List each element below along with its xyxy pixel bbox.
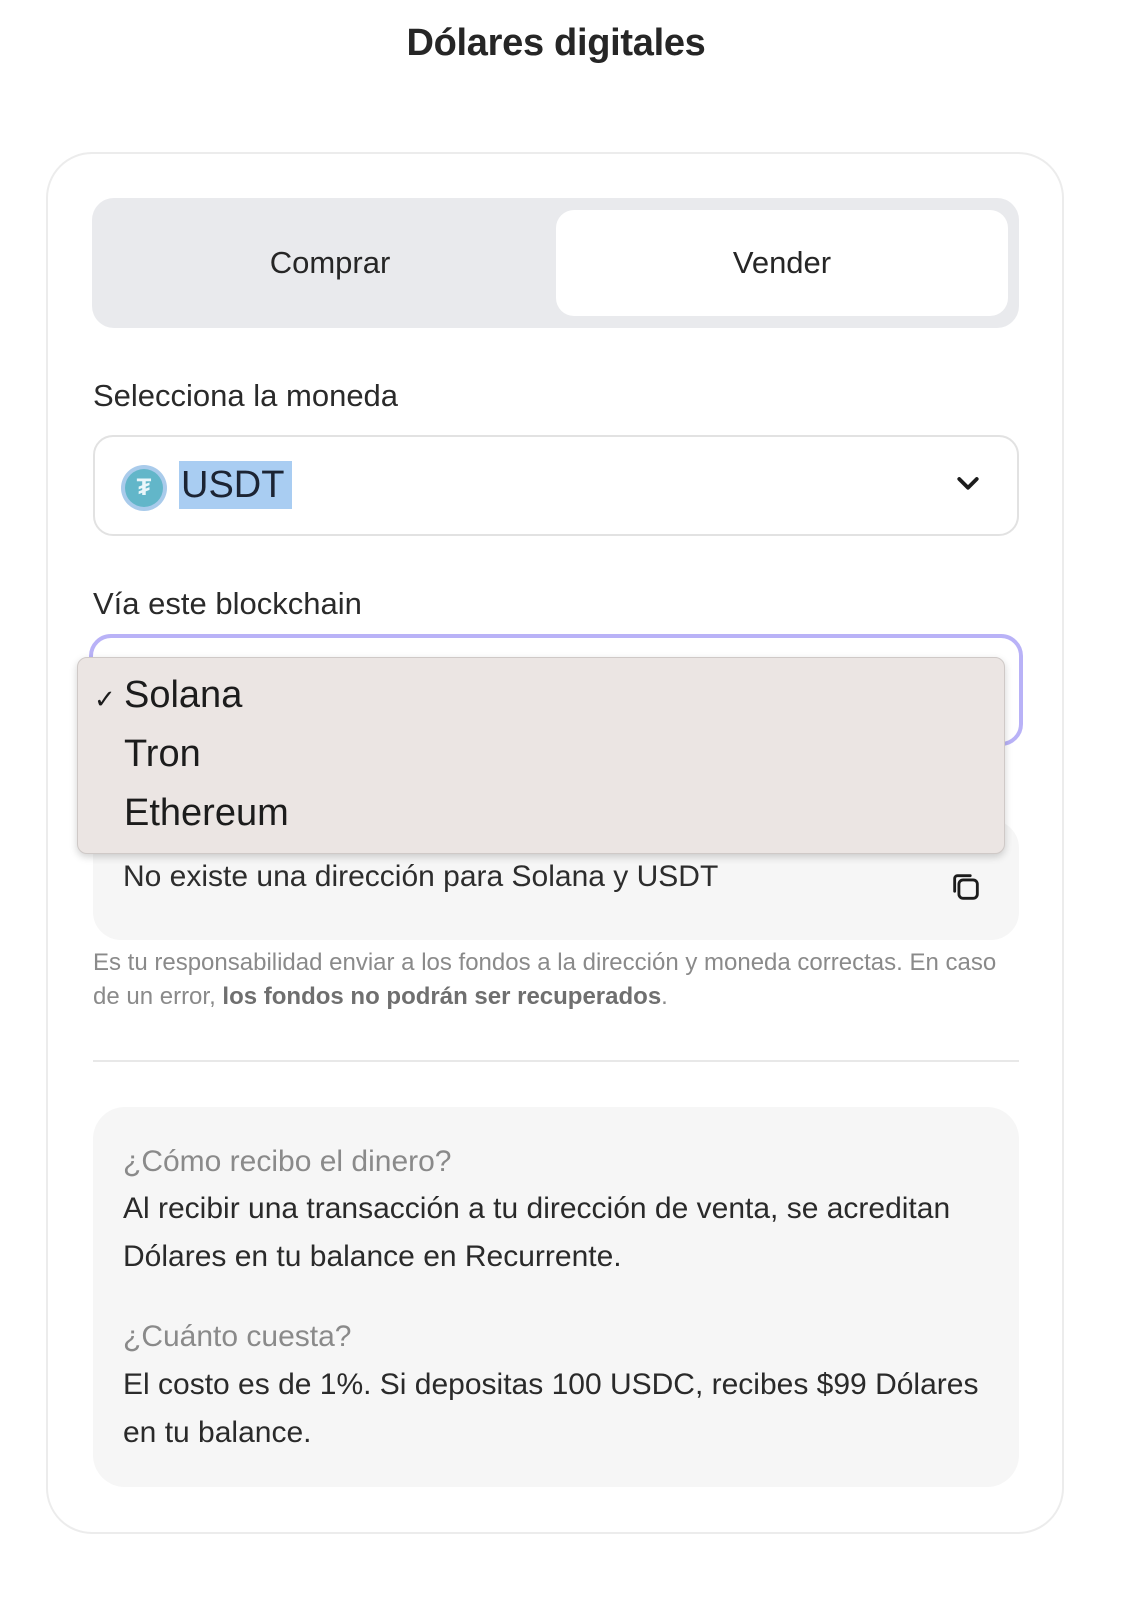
address-text: No existe una dirección para Solana y US… — [123, 860, 719, 893]
tab-buy[interactable]: Comprar — [104, 210, 556, 316]
tab-sell[interactable]: Vender — [556, 210, 1008, 316]
faq-answer-how: Al recibir una transacción a tu direcció… — [123, 1192, 951, 1273]
page-title: Dólares digitales — [406, 22, 706, 64]
dropdown-option-ethereum[interactable]: Ethereum — [124, 792, 289, 835]
faq-question-cost: ¿Cuánto cuesta? — [123, 1320, 352, 1353]
faq-answer-cost: El costo es de 1%. Si depositas 100 USDC… — [123, 1368, 979, 1449]
faq-question-how: ¿Cómo recibo el dinero? — [123, 1145, 452, 1178]
responsibility-warning: Es tu responsabilidad enviar a los fondo… — [93, 946, 1019, 1014]
faq-box: ¿Cómo recibo el dinero? Al recibir una t… — [93, 1107, 1019, 1487]
warning-end: . — [661, 983, 668, 1010]
warning-bold-text: los fondos no podrán ser recuperados — [222, 983, 662, 1010]
tether-icon: ₮ — [125, 469, 163, 507]
buy-sell-toggle: Comprar Vender — [92, 198, 1019, 328]
chevron-down-icon — [957, 477, 979, 490]
dropdown-option-tron[interactable]: Tron — [124, 733, 201, 776]
dropdown-option-solana[interactable]: Solana — [124, 674, 242, 717]
copy-icon[interactable] — [949, 870, 983, 904]
selected-check-icon: ✓ — [94, 684, 116, 714]
divider — [93, 1060, 1019, 1062]
currency-select[interactable]: ₮ USDT — [93, 435, 1019, 536]
blockchain-label: Vía este blockchain — [93, 586, 362, 621]
blockchain-dropdown-menu: ✓ Solana Tron Ethereum — [77, 657, 1005, 854]
currency-label: Selecciona la moneda — [93, 378, 399, 413]
currency-selected-value: USDT — [179, 461, 293, 509]
